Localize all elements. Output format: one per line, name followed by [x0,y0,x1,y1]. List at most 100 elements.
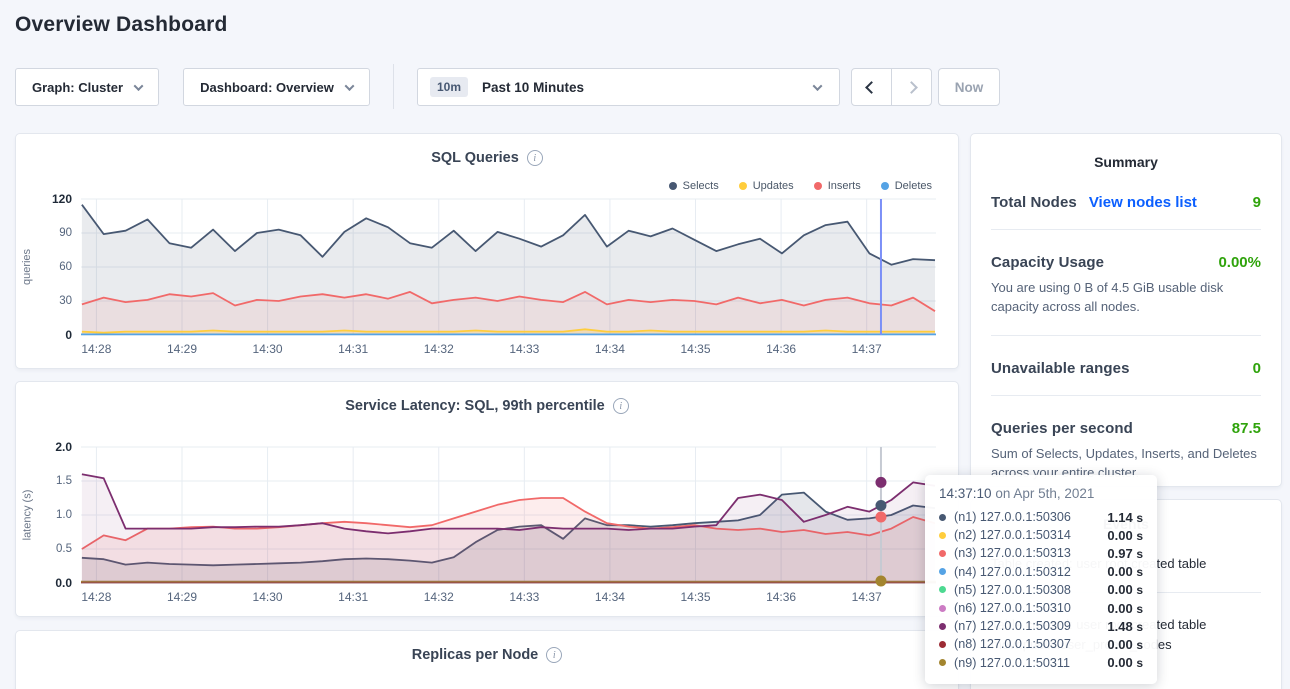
tooltip-node-label: (n9) 127.0.0.1:50311 [954,656,1070,670]
unavailable-ranges-value: 0 [1253,360,1261,377]
legend-label: Inserts [828,180,861,192]
now-button[interactable]: Now [938,68,1000,106]
x-tick-label: 14:28 [81,342,111,356]
tooltip-node-label: (n2) 127.0.0.1:50314 [954,528,1071,542]
tooltip-row: (n7) 127.0.0.1:503091.48 s [939,617,1143,635]
summary-row-capacity: Capacity Usage 0.00% [991,254,1261,271]
chart-canvas[interactable]: latency (s) 14:2814:2914:3014:3114:3214:… [81,447,936,583]
legend-dot-icon [881,182,889,190]
tooltip-row: (n9) 127.0.0.1:503110.00 s [939,654,1143,672]
series-dot-icon [939,641,946,648]
y-tick-label: 60 [59,261,81,273]
x-tick-label: 14:30 [253,342,283,356]
chart-svg [81,447,936,583]
tooltip-node-value: 1.14 s [1107,510,1143,525]
legend-item[interactable]: Updates [739,180,794,192]
chart-title: SQL Queries [431,150,519,166]
summary-row-total-nodes: Total Nodes View nodes list 9 [991,194,1261,211]
legend-label: Deletes [895,180,932,192]
divider [991,335,1261,336]
overview-dashboard-page: Overview Dashboard Graph: Cluster Dashbo… [0,0,1290,689]
tooltip-node-label: (n8) 127.0.0.1:50307 [954,637,1071,651]
sql-queries-chart-card: SQL Queries i Selects Updates Inserts Delet… [15,133,959,369]
toolbar-divider [393,64,394,109]
tooltip-node-label: (n5) 127.0.0.1:50308 [954,583,1071,597]
x-tick-label: 14:34 [595,342,625,356]
y-tick-label: 120 [52,192,81,206]
y-tick-label: 0 [65,328,81,342]
legend-label: Selects [683,180,719,192]
tooltip-row: (n3) 127.0.0.1:503130.97 s [939,544,1143,562]
time-next-button[interactable] [891,69,931,105]
y-axis-title: latency (s) [19,447,35,583]
chart-svg [81,199,936,335]
tooltip-row: (n8) 127.0.0.1:503070.00 s [939,635,1143,653]
chevron-down-icon [134,81,144,91]
hover-dot [875,477,886,488]
tooltip-node-label: (n6) 127.0.0.1:50310 [954,601,1071,615]
page-title: Overview Dashboard [15,13,228,37]
chart-hover-tooltip: 14:37:10 on Apr 5th, 2021 (n1) 127.0.0.1… [925,475,1157,684]
chevron-down-icon [813,81,823,91]
x-tick-label: 14:37 [852,342,882,356]
y-tick-label: 1.5 [56,475,81,487]
summary-title: Summary [971,134,1281,170]
x-tick-label: 14:33 [509,590,539,604]
x-tick-label: 14:29 [167,342,197,356]
series-dot-icon [939,605,946,612]
divider [991,229,1261,230]
legend-dot-icon [739,182,747,190]
chevron-left-icon [865,81,878,94]
legend-item[interactable]: Selects [669,180,719,192]
x-tick-label: 14:31 [338,342,368,356]
capacity-usage-caption: You are using 0 B of 4.5 GiB usable disk… [991,279,1261,317]
x-tick-label: 14:31 [338,590,368,604]
tooltip-row: (n1) 127.0.0.1:503061.14 s [939,508,1143,526]
chevron-right-icon [905,81,918,94]
info-icon[interactable]: i [546,647,562,663]
series-dot-icon [939,623,946,630]
info-icon[interactable]: i [527,150,543,166]
x-tick-label: 14:30 [253,590,283,604]
legend-item[interactable]: Deletes [881,180,932,192]
series-dot-icon [939,568,946,575]
qps-value: 87.5 [1232,420,1261,437]
series-dot-icon [939,659,946,666]
replicas-chart-card: Replicas per Node i [15,630,959,689]
x-tick-label: 14:34 [595,590,625,604]
total-nodes-label: Total Nodes [991,194,1077,211]
legend-label: Updates [753,180,794,192]
legend-item[interactable]: Inserts [814,180,861,192]
capacity-usage-label: Capacity Usage [991,254,1104,271]
x-tick-label: 14:36 [766,590,796,604]
graph-dropdown[interactable]: Graph: Cluster [15,68,159,106]
chart-canvas[interactable]: queries 14:2814:2914:3014:3114:3214:3314… [81,199,936,335]
tooltip-row: (n4) 127.0.0.1:503120.00 s [939,563,1143,581]
tooltip-row: (n2) 127.0.0.1:503140.00 s [939,526,1143,544]
y-tick-label: 0.0 [55,576,81,590]
x-tick-label: 14:36 [766,342,796,356]
summary-row-qps: Queries per second 87.5 [991,420,1261,437]
time-range-picker[interactable]: 10m Past 10 Minutes [417,68,840,106]
x-tick-label: 14:32 [424,342,454,356]
chart-legend: Selects Updates Inserts Deletes [669,180,932,192]
y-tick-label: 2.0 [55,440,81,454]
time-window-badge: 10m [430,77,468,97]
x-tick-label: 14:33 [509,342,539,356]
info-icon[interactable]: i [613,398,629,414]
time-prev-button[interactable] [852,69,891,105]
y-tick-label: 30 [59,295,81,307]
x-tick-label: 14:32 [424,590,454,604]
legend-dot-icon [669,182,677,190]
unavailable-ranges-label: Unavailable ranges [991,360,1130,377]
time-nav-group [851,68,932,106]
tooltip-node-value: 0.00 s [1107,601,1143,616]
dashboard-dropdown[interactable]: Dashboard: Overview [183,68,370,106]
legend-dot-icon [814,182,822,190]
y-tick-label: 90 [59,227,81,239]
series-dot-icon [939,550,946,557]
view-nodes-list-link[interactable]: View nodes list [1089,194,1197,211]
hover-dot [875,575,886,586]
x-tick-label: 14:28 [81,590,111,604]
x-tick-label: 14:37 [852,590,882,604]
